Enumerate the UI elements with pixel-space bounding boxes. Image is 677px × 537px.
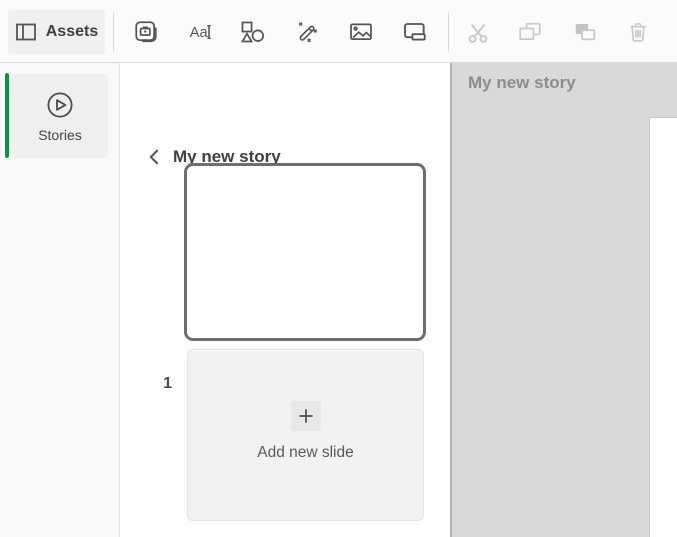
effects-icon bbox=[294, 19, 320, 45]
cut-icon bbox=[465, 19, 491, 45]
text-icon: Aa bbox=[187, 19, 213, 45]
shapes-icon bbox=[239, 19, 265, 45]
cut-button[interactable] bbox=[463, 17, 493, 47]
delete-button[interactable] bbox=[623, 17, 653, 47]
back-button[interactable] bbox=[143, 145, 167, 169]
toolbar: Assets Aa bbox=[0, 0, 677, 63]
paste-icon bbox=[572, 19, 598, 45]
toolbar-divider bbox=[113, 12, 114, 52]
copy-icon bbox=[517, 19, 543, 45]
slide-number: 1 bbox=[144, 375, 172, 393]
active-indicator bbox=[5, 73, 9, 158]
add-slide-label: Add new slide bbox=[257, 444, 354, 462]
shapes-button[interactable] bbox=[237, 17, 267, 47]
assets-label: Assets bbox=[46, 23, 98, 41]
paste-button[interactable] bbox=[570, 17, 600, 47]
slide-canvas[interactable] bbox=[649, 117, 677, 537]
snapshot-library-button[interactable] bbox=[131, 17, 161, 47]
embed-sheet-button[interactable] bbox=[400, 17, 430, 47]
toolbar-divider bbox=[448, 12, 449, 52]
story-overview-panel: My new story bbox=[450, 63, 677, 537]
copy-button[interactable] bbox=[515, 17, 545, 47]
story-timeline-panel: My new story 1 Add new slide bbox=[120, 63, 450, 537]
panel-toggle-icon bbox=[15, 21, 37, 43]
plus-icon bbox=[291, 401, 321, 431]
sidebar-item-stories[interactable]: Stories bbox=[12, 74, 108, 158]
snapshot-icon bbox=[133, 19, 159, 45]
svg-text:Aa: Aa bbox=[190, 25, 209, 41]
effects-button[interactable] bbox=[292, 17, 322, 47]
text-objects-button[interactable]: Aa bbox=[185, 17, 215, 47]
add-slide-button[interactable]: Add new slide bbox=[187, 349, 424, 521]
assets-toggle-button[interactable]: Assets bbox=[8, 10, 105, 54]
slide-thumbnail[interactable] bbox=[184, 163, 426, 341]
embed-sheet-icon bbox=[402, 19, 428, 45]
image-icon bbox=[348, 19, 374, 45]
overview-story-title: My new story bbox=[468, 73, 576, 93]
chevron-left-icon bbox=[145, 147, 165, 167]
play-circle-icon bbox=[45, 90, 75, 120]
assets-sidebar: Stories bbox=[0, 63, 120, 537]
media-objects-button[interactable] bbox=[346, 17, 376, 47]
sidebar-item-label: Stories bbox=[38, 127, 82, 143]
app-window: Assets Aa bbox=[0, 0, 677, 537]
delete-icon bbox=[625, 19, 651, 45]
